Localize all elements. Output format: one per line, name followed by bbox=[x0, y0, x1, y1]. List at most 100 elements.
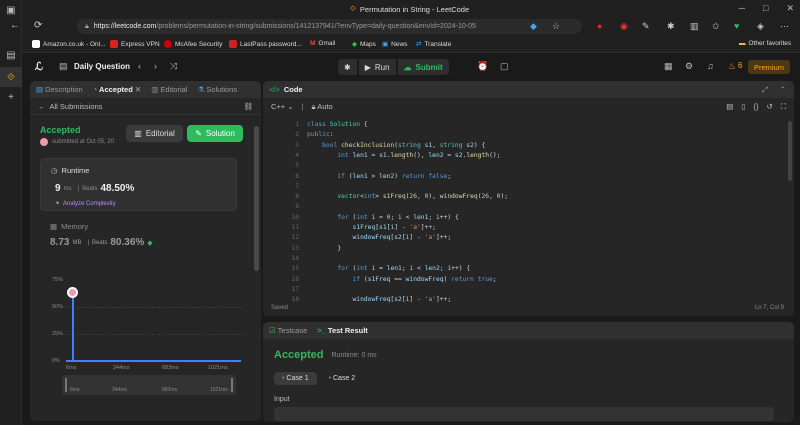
tab-solutions[interactable]: ⚗ Solutions bbox=[197, 85, 237, 94]
case-1-tab[interactable]: • Case 1 bbox=[274, 372, 317, 385]
code-line[interactable]: int len1 = s1.length(), len2 = s2.length… bbox=[307, 152, 500, 159]
page-title[interactable]: Daily Question bbox=[74, 62, 130, 71]
left-scrollbar[interactable] bbox=[254, 126, 259, 271]
code-line[interactable]: for (int i = 0; i < len1; i++) { bbox=[307, 214, 458, 221]
copilot-icon[interactable]: ◈ bbox=[757, 21, 764, 32]
reset-icon[interactable]: ↺ bbox=[766, 102, 772, 111]
tab-actions-icon[interactable]: ▤ bbox=[0, 45, 22, 65]
bookmark-translate[interactable]: ⇄ Translate bbox=[416, 40, 451, 49]
layout-icon[interactable]: ▦ bbox=[664, 61, 673, 72]
code-line[interactable]: public: bbox=[307, 131, 334, 138]
fullscreen-icon[interactable]: ⛶ bbox=[781, 102, 786, 112]
streak-fire-icon[interactable]: ♨ bbox=[728, 61, 736, 72]
back-arrow-icon[interactable]: ← bbox=[38, 102, 46, 111]
memory-block[interactable]: ▦ Memory 8.73 MB | Beats 80.36% ◆ bbox=[50, 222, 240, 258]
prev-problem-icon[interactable]: ‹ bbox=[138, 61, 141, 71]
premium-button[interactable]: Premium bbox=[747, 60, 790, 74]
your-submission-marker[interactable] bbox=[67, 287, 78, 298]
language-select[interactable]: C++ ⌄ bbox=[271, 102, 294, 111]
auto-mode[interactable]: 🔒︎ Auto bbox=[312, 102, 333, 112]
split-screen-icon[interactable]: ▥ bbox=[690, 21, 699, 32]
code-line[interactable]: for (int i = len1; i < len2; i++) { bbox=[307, 265, 470, 272]
code-line[interactable]: s1Freq[s1[i] - 'a']++; bbox=[307, 224, 436, 231]
notes-icon[interactable]: ▤ bbox=[726, 102, 733, 111]
submit-button[interactable]: ☁ Submit bbox=[397, 59, 449, 75]
bookmark-gmail[interactable]: M Gmail bbox=[310, 40, 335, 47]
case-2-tab[interactable]: • Case 2 bbox=[323, 372, 362, 385]
code-line[interactable]: if (s1Freq == windowFreq) return true; bbox=[307, 276, 497, 283]
favorites-icon[interactable]: ✩ bbox=[712, 21, 720, 32]
editorial-button[interactable]: ▥ Editorial bbox=[126, 125, 183, 142]
tab-testcase[interactable]: ☑ Testcase bbox=[269, 326, 307, 335]
notifications-bell-icon[interactable]: ♫ bbox=[707, 61, 714, 71]
url-input[interactable]: 🔒︎ https://leetcode.com/problems/permuta… bbox=[77, 19, 582, 34]
collections-icon[interactable]: ♥ bbox=[734, 21, 739, 31]
link-icon[interactable]: ⛓ bbox=[243, 102, 253, 111]
bookmark-amazon[interactable]: Amazon.co.uk - Onl... bbox=[32, 40, 106, 48]
tab-code[interactable]: Code bbox=[284, 85, 303, 94]
bookmark-news[interactable]: ▣ News bbox=[382, 40, 407, 49]
runtime-distribution-chart[interactable]: 75% 50% 25% 0% 6ms 344ms 683ms 1021ms 6m… bbox=[40, 269, 245, 409]
range-selector[interactable]: 6ms 344ms 683ms 1021ms bbox=[62, 375, 236, 395]
tag-icon[interactable]: ◆ bbox=[530, 21, 537, 32]
collapse-icon[interactable]: ⌃ bbox=[780, 85, 786, 94]
tab-test-result[interactable]: >_ Test Result bbox=[317, 326, 368, 335]
bookmark-lastpass[interactable]: LastPass password... bbox=[229, 40, 302, 48]
refresh-icon[interactable]: ⟳ bbox=[34, 20, 42, 31]
extension-puzzle-icon[interactable]: ✱ bbox=[667, 21, 675, 32]
all-submissions-bar[interactable]: ← All Submissions ⛓ bbox=[30, 98, 261, 115]
range-handle-left[interactable] bbox=[65, 378, 67, 392]
code-line[interactable]: windowFreq[s2[i] - 'a']++; bbox=[307, 234, 452, 241]
bookmark-express-vpn[interactable]: Express VPN bbox=[110, 40, 160, 48]
settings-gear-icon[interactable]: ⚙ bbox=[685, 61, 693, 72]
tab-description[interactable]: ▤ Description bbox=[36, 85, 83, 94]
maximize-icon[interactable]: □ bbox=[763, 3, 768, 14]
tab-editorial[interactable]: ▥ Editorial bbox=[151, 85, 187, 94]
streak-count: 6 bbox=[738, 61, 743, 70]
extension-red-icon[interactable]: ● bbox=[597, 21, 602, 31]
notes-icon[interactable]: ▢ bbox=[500, 61, 509, 72]
next-problem-icon[interactable]: › bbox=[154, 61, 157, 71]
code-line[interactable]: vector<int> s1Freq(26, 0), windowFreq(26… bbox=[307, 193, 508, 200]
back-icon[interactable]: ← bbox=[10, 20, 20, 31]
baseline bbox=[66, 360, 241, 362]
solution-button[interactable]: ✎ Solution bbox=[187, 125, 243, 142]
bookmark-other-favorites[interactable]: ▬ Other favorites bbox=[739, 40, 791, 47]
code-line[interactable]: class Solution { bbox=[307, 121, 368, 128]
run-button[interactable]: ▶ Run bbox=[358, 59, 396, 75]
more-menu-icon[interactable]: ⋯ bbox=[780, 21, 789, 32]
problem-list-icon[interactable]: ▤ bbox=[59, 61, 68, 72]
braces-icon[interactable]: {} bbox=[753, 102, 758, 111]
expand-icon[interactable]: ⤢ bbox=[762, 85, 768, 95]
new-tab-icon[interactable]: + bbox=[0, 87, 22, 107]
tab-accepted[interactable]: ◔ Accepted ✕ bbox=[93, 85, 142, 94]
code-editor[interactable]: 1 class Solution {2 public: 3 bool checkInc… bbox=[263, 115, 794, 303]
input-box[interactable] bbox=[274, 407, 774, 421]
bookmark-maps[interactable]: ◆ Maps bbox=[352, 40, 376, 49]
range-handle-right[interactable] bbox=[231, 378, 233, 392]
debug-button[interactable]: ✱ bbox=[338, 59, 357, 75]
close-icon[interactable]: ✕ bbox=[786, 3, 794, 14]
leetcode-favicon-icon[interactable]: ⟐ bbox=[0, 67, 22, 87]
browser-menu-icon[interactable]: ▣ bbox=[0, 0, 22, 20]
close-tab-icon[interactable]: ✕ bbox=[135, 85, 141, 94]
code-line[interactable]: bool checkInclusion(string s1, string s2… bbox=[307, 142, 485, 149]
shuffle-icon[interactable]: ⤨ bbox=[170, 61, 177, 72]
code-line[interactable]: if (len1 > len2) return false; bbox=[307, 173, 451, 180]
bookmark-icon[interactable]: ▯ bbox=[741, 102, 745, 111]
star-icon[interactable]: ☆ bbox=[552, 21, 560, 32]
timer-icon[interactable]: ⏰ bbox=[477, 61, 488, 72]
extension-location-icon[interactable]: ◉ bbox=[620, 21, 628, 32]
leetcode-logo-icon[interactable]: ℒ bbox=[35, 60, 48, 73]
browser-tab[interactable]: ⟐ Permutation in String - LeetCode bbox=[342, 2, 477, 16]
minimize-icon[interactable]: ─ bbox=[739, 3, 745, 14]
runtime-card[interactable]: ◷ Runtime 9 ms | Beats 48.50% ✦ Analyze … bbox=[40, 158, 237, 211]
code-scrollbar[interactable] bbox=[788, 121, 792, 181]
analyze-complexity-link[interactable]: ✦ Analyze Complexity bbox=[55, 200, 116, 208]
code-line[interactable]: } bbox=[307, 245, 341, 252]
extension-key-icon[interactable]: ✎ bbox=[642, 21, 650, 32]
all-submissions-link[interactable]: All Submissions bbox=[50, 102, 103, 111]
bookmark-mcafee[interactable]: McAfee Security bbox=[164, 40, 222, 48]
edit-icon: ✎ bbox=[195, 129, 202, 138]
code-line[interactable]: windowFreq[s2[i] - 'a']++; bbox=[307, 296, 452, 303]
